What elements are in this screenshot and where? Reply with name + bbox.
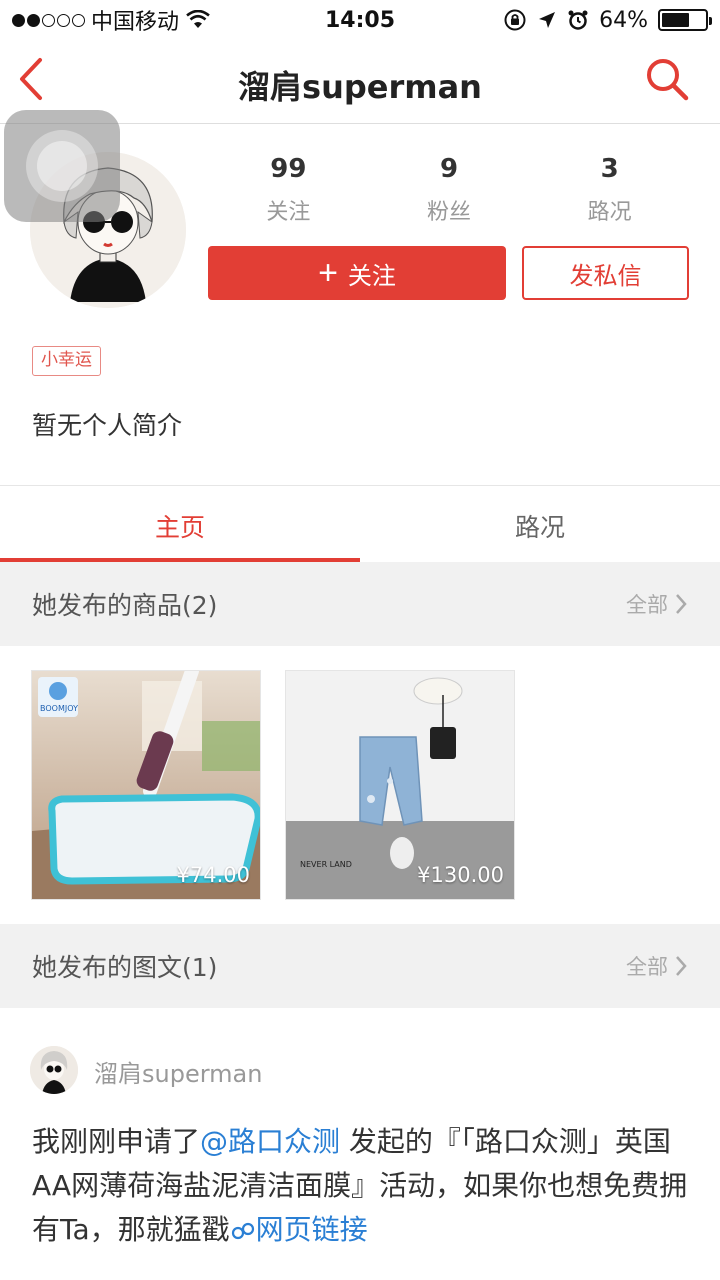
product-price: ¥74.00 [176,863,250,887]
web-link-label: 网页链接 [255,1213,368,1246]
wifi-icon [186,10,210,28]
stat-followers[interactable]: 9 粉丝 [369,154,530,226]
alarm-icon [568,10,588,30]
stat-label: 粉丝 [427,200,472,225]
follow-button[interactable]: + 关注 [208,246,506,300]
send-message-button[interactable]: 发私信 [522,246,689,300]
tab-traffic[interactable]: 路况 [360,486,720,562]
profile-stats: 99 关注 9 粉丝 3 路况 [208,154,690,226]
stat-value: 9 [439,154,459,184]
stat-value: 3 [600,154,619,184]
assistive-touch-button[interactable] [4,110,120,222]
posts-section-header: 她发布的图文(1) 全部 [0,924,720,1008]
stat-label: 关注 [266,200,311,225]
chevron-right-icon [676,956,687,976]
post-text: 我刚刚申请了@路口众测 发起的『「路口众测」英国AA网薄荷海盐泥清洁面膜』活动，… [32,1120,696,1252]
post-author[interactable]: 溜肩superman [94,1054,262,1089]
status-bar: 中国移动 14:05 64% [0,0,720,40]
product-brand-logo: NEVER LAND [300,860,352,869]
web-link[interactable]: 网页链接 [230,1213,368,1246]
stat-following[interactable]: 99 关注 [208,154,369,226]
view-all-posts-link[interactable]: 全部 [626,951,688,981]
mention-link[interactable]: @路口众测 [200,1125,340,1158]
stat-posts[interactable]: 3 路况 [529,154,690,226]
avatar[interactable] [30,1046,78,1094]
status-left: 中国移动 [12,4,272,36]
carrier-name: 中国移动 [91,10,180,35]
battery-percentage: 64% [599,7,648,33]
battery-icon [658,9,712,31]
send-message-label: 发私信 [569,262,642,290]
location-arrow-icon [539,12,556,28]
stat-label: 路况 [587,200,632,225]
avatar-illustration [30,1046,78,1094]
view-all-label: 全部 [626,955,668,979]
section-title: 她发布的图文(1) [32,953,218,982]
search-icon[interactable] [644,56,690,102]
chevron-right-icon [676,594,687,614]
rotation-lock-icon [504,9,526,31]
plus-icon: + [318,254,338,292]
navigation-bar: 溜肩superman [0,40,720,124]
section-title: 她发布的商品(2) [32,591,218,620]
products-section-header: 她发布的商品(2) 全部 [0,562,720,646]
user-bio: 暂无个人简介 [32,411,183,440]
battery-fill [662,13,689,27]
product-list: BOOMJOY ¥74.00 NEVER LAND ¥130.00 [0,646,720,924]
status-right: 64% [503,7,712,33]
view-all-label: 全部 [626,593,668,617]
product-price: ¥130.00 [417,863,504,887]
stat-value: 99 [270,154,307,184]
link-icon [231,1222,254,1240]
post-item[interactable]: 溜肩superman 我刚刚申请了@路口众测 发起的『「路口众测」英国AA网薄荷… [0,1008,720,1280]
signal-strength-icon [12,13,85,27]
page-title: 溜肩superman [238,68,482,106]
tab-home[interactable]: 主页 [0,486,360,562]
view-all-products-link[interactable]: 全部 [626,589,688,619]
follow-label: 关注 [347,262,396,290]
product-card[interactable]: BOOMJOY ¥74.00 [31,670,261,900]
product-brand-logo: BOOMJOY [40,704,78,713]
profile-tabs: 主页 路况 [0,485,720,562]
post-text-prefix: 我刚刚申请了 [32,1125,201,1158]
product-card[interactable]: NEVER LAND ¥130.00 [285,670,515,900]
user-tag: 小幸运 [32,346,101,376]
